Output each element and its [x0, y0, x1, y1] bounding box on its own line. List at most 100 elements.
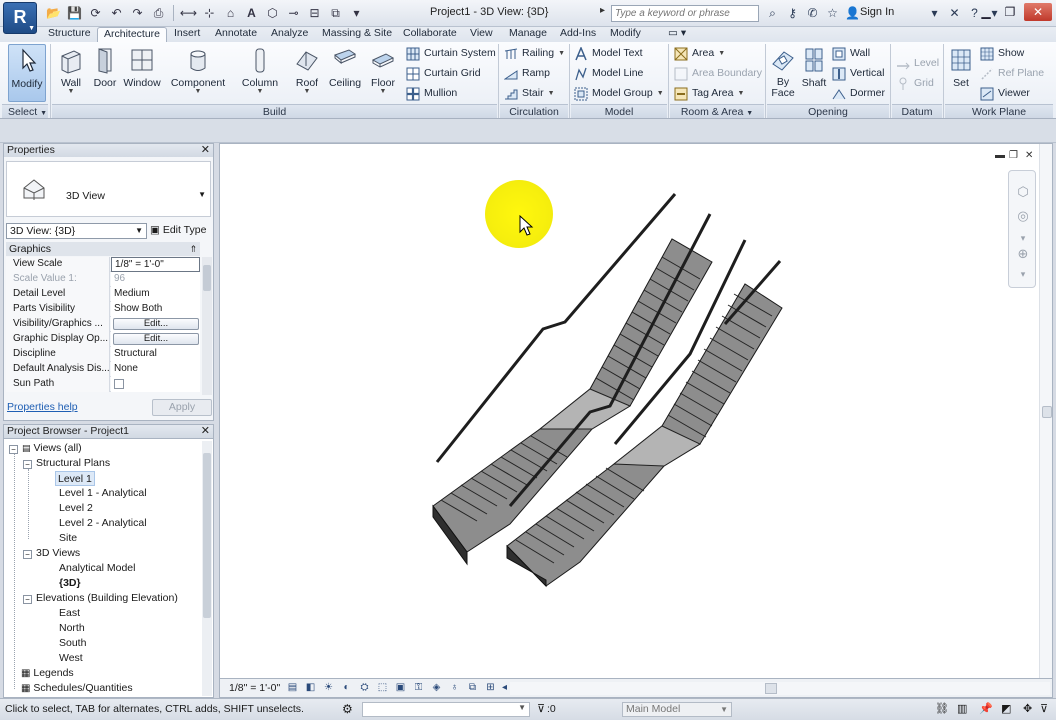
model-line-button[interactable]: Model Line	[574, 65, 643, 82]
tab-analyze[interactable]: Analyze	[265, 27, 314, 42]
exchange-icon[interactable]: ✕	[946, 4, 963, 22]
scrollbar-thumb[interactable]	[1042, 406, 1052, 418]
ceiling-button[interactable]: Ceiling	[326, 44, 364, 102]
view-scale-control[interactable]: 1/8" = 1'-0"	[229, 682, 280, 694]
stair-button[interactable]: Stair ▼	[504, 85, 555, 102]
ref-plane-button[interactable]: Ref Plane	[980, 65, 1044, 82]
undo-icon[interactable]: ↶	[107, 4, 126, 22]
detail-level-icon[interactable]: ▤	[286, 681, 299, 694]
tree-node-elevations[interactable]: − Elevations (Building Elevation)	[23, 591, 178, 606]
reveal-hidden-icon[interactable]: ♁	[448, 681, 461, 694]
dimension-icon[interactable]: ⊹	[200, 4, 219, 22]
tree-node-east[interactable]: East	[59, 606, 80, 621]
highlight-displacement-icon[interactable]: ⊞	[484, 681, 497, 694]
close-hidden-icon[interactable]: ⧉	[326, 4, 345, 22]
maximize-icon[interactable]: ❐	[998, 3, 1022, 21]
tree-node-legends[interactable]: ▦ Legends	[21, 666, 74, 681]
modify-button[interactable]: Modify	[8, 44, 46, 102]
select-by-face-icon[interactable]: ◩	[1001, 702, 1011, 715]
search-input[interactable]	[611, 5, 759, 22]
horizontal-scrollbar[interactable]	[510, 682, 1050, 695]
binoculars-icon[interactable]: ⌕	[764, 4, 781, 22]
instance-filter-dropdown[interactable]: 3D View: {3D} ▼	[6, 223, 147, 239]
graphic-display-edit-button[interactable]: Edit...	[113, 333, 199, 345]
tag-icon[interactable]: ⌂	[221, 4, 240, 22]
chevron-down-icon[interactable]: ▾	[926, 4, 943, 22]
door-button[interactable]: Door	[90, 44, 120, 102]
level-button[interactable]: Level	[896, 55, 939, 72]
measure-icon[interactable]: ⟷	[179, 4, 198, 22]
component-button[interactable]: Component ▼	[168, 44, 228, 102]
model-text-button[interactable]: Model Text	[574, 45, 643, 62]
tab-annotate[interactable]: Annotate	[209, 27, 263, 42]
detail-level-field[interactable]: Medium	[111, 287, 200, 302]
model-group-button[interactable]: Model Group ▼	[574, 85, 664, 102]
visual-style-icon[interactable]: ◧	[304, 681, 317, 694]
application-menu-button[interactable]: R ▼	[3, 2, 37, 34]
open-icon[interactable]: 📂	[44, 4, 63, 22]
scrollbar-thumb[interactable]	[203, 453, 211, 618]
tab-manage[interactable]: Manage	[503, 27, 553, 42]
viewer-button[interactable]: Viewer	[980, 85, 1030, 102]
shadows-icon[interactable]: ◐	[340, 681, 353, 694]
floor-button[interactable]: Floor ▼	[366, 44, 400, 102]
type-selector[interactable]: 3D View ▼	[6, 161, 211, 217]
mullion-button[interactable]: Mullion	[406, 85, 457, 102]
railing-button[interactable]: Railing ▼	[504, 45, 565, 62]
scrollbar-thumb[interactable]	[765, 683, 777, 694]
vertical-opening-button[interactable]: Vertical	[832, 65, 884, 82]
tab-structure[interactable]: Structure	[42, 27, 97, 42]
properties-help-link[interactable]: Properties help	[7, 401, 78, 413]
minimize-icon[interactable]: ▁	[974, 3, 998, 21]
thin-lines-icon[interactable]: ⊟	[305, 4, 324, 22]
close-icon[interactable]: ✕	[1024, 3, 1052, 21]
customize-toolbar-icon[interactable]: ▾	[347, 4, 366, 22]
tree-node-level-2-analytical[interactable]: Level 2 - Analytical	[59, 516, 147, 531]
edit-type-button[interactable]: ▣ Edit Type	[150, 223, 212, 239]
room-area-panel-label[interactable]: Room & Area ▼	[670, 104, 764, 118]
tree-node-level-1[interactable]: Level 1	[55, 471, 95, 486]
stair-model[interactable]	[220, 144, 1053, 679]
browser-scrollbar[interactable]	[202, 441, 212, 696]
tag-area-button[interactable]: Tag Area ▼	[674, 85, 744, 102]
design-option-dropdown[interactable]: Main Model ▼	[622, 702, 732, 717]
chevron-down-icon[interactable]: ▾	[1014, 265, 1032, 283]
temporary-hide-icon[interactable]: ◈	[430, 681, 443, 694]
view-scale-field[interactable]: 1/8" = 1'-0"	[111, 257, 200, 272]
tab-architecture[interactable]: Architecture	[97, 27, 168, 42]
filter-icon[interactable]: ⊽	[1040, 702, 1048, 715]
collapse-icon[interactable]: −	[9, 445, 18, 454]
tree-node-3d-views[interactable]: −3D Views	[23, 546, 80, 561]
collapse-icon[interactable]: −	[23, 460, 32, 469]
tab-collaborate[interactable]: Collaborate	[397, 27, 463, 42]
tree-node-3d[interactable]: {3D}	[59, 576, 81, 591]
redo-icon[interactable]: ↷	[128, 4, 147, 22]
viewcube-icon[interactable]: ⬡	[1014, 183, 1032, 201]
window-button[interactable]: Window	[122, 44, 162, 102]
tab-insert[interactable]: Insert	[168, 27, 206, 42]
ribbon-minimize-icon[interactable]: ▭ ▾	[662, 27, 692, 42]
roof-button[interactable]: Roof ▼	[292, 44, 322, 102]
tree-node-level-2[interactable]: Level 2	[59, 501, 93, 516]
by-face-button[interactable]: By Face	[768, 44, 798, 102]
wall-button[interactable]: Wall ▼	[54, 44, 88, 102]
tab-add-ins[interactable]: Add-Ins	[554, 27, 602, 42]
curtain-system-button[interactable]: Curtain System	[406, 45, 496, 62]
default-analysis-field[interactable]: None	[111, 362, 200, 377]
properties-scrollbar[interactable]	[202, 257, 212, 395]
tree-node-north[interactable]: North	[59, 621, 85, 636]
worksets-icon[interactable]: ⚙	[342, 702, 353, 716]
close-icon[interactable]: ✕	[201, 425, 210, 438]
steering-wheel-icon[interactable]: ◎	[1014, 207, 1032, 225]
select-links-icon[interactable]: ⛓	[935, 702, 949, 715]
render-icon[interactable]: ⛭	[358, 681, 371, 694]
area-boundary-button[interactable]: Area Boundary	[674, 65, 762, 82]
sun-path-icon[interactable]: ☀	[322, 681, 335, 694]
save-icon[interactable]: 💾	[65, 4, 84, 22]
tree-node-south[interactable]: South	[59, 636, 86, 651]
select-panel-label[interactable]: Select ▼	[2, 104, 48, 118]
tree-node-structural-plans[interactable]: − Structural Plans	[23, 456, 110, 471]
print-icon[interactable]: ⎙	[149, 4, 168, 22]
tree-node-level-1-analytical[interactable]: Level 1 - Analytical	[59, 486, 147, 501]
collapse-icon[interactable]: −	[23, 595, 32, 604]
